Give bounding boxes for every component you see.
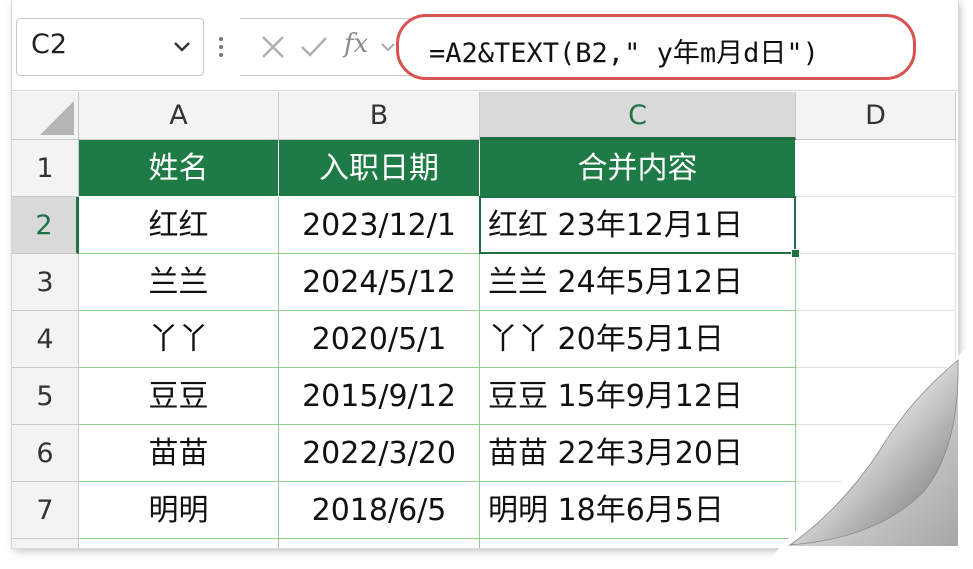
table-cell[interactable]: 2015/9/12 xyxy=(279,368,480,425)
fill-handle[interactable] xyxy=(791,249,800,258)
chevron-down-icon[interactable] xyxy=(171,33,193,61)
table-cell[interactable]: 苗苗 22年3月20日 xyxy=(480,425,796,482)
table-cell[interactable]: 明明 xyxy=(79,482,279,539)
empty-cell[interactable] xyxy=(796,254,956,311)
page-curl-decoration xyxy=(760,340,973,569)
formula-input[interactable]: =A2&TEXT(B2," y年m月d日") xyxy=(396,14,916,80)
insert-function-icon[interactable]: fx xyxy=(344,29,368,59)
confirm-icon[interactable] xyxy=(298,32,330,62)
row-header-5[interactable]: 5 xyxy=(12,368,79,425)
table-cell[interactable]: 丫丫 20年5月1日 xyxy=(480,311,796,368)
table-cell[interactable]: 红红 xyxy=(79,197,279,254)
drag-handle-icon[interactable] xyxy=(218,34,224,60)
table-cell[interactable]: 2023/12/1 xyxy=(279,197,480,254)
empty-cell[interactable] xyxy=(79,539,279,548)
table-cell[interactable]: 兰兰 24年5月12日 xyxy=(480,254,796,311)
row-header-6[interactable]: 6 xyxy=(12,425,79,482)
row-header-2[interactable]: 2 xyxy=(12,197,79,254)
name-box-value: C2 xyxy=(31,29,68,60)
table-header-cell[interactable]: 姓名 xyxy=(79,140,279,197)
table-cell[interactable]: 苗苗 xyxy=(79,425,279,482)
formula-bar: C2 fx =A2&TEXT(B2," y年m月d日") xyxy=(12,0,958,92)
row-header-8[interactable] xyxy=(12,539,79,548)
empty-cell[interactable] xyxy=(279,539,480,548)
empty-cell[interactable] xyxy=(796,140,956,197)
table-cell[interactable]: 豆豆 15年9月12日 xyxy=(480,368,796,425)
select-all-button[interactable] xyxy=(12,92,79,140)
column-header-a[interactable]: A xyxy=(79,92,279,140)
empty-cell[interactable] xyxy=(480,539,796,548)
table-cell[interactable]: 2022/3/20 xyxy=(279,425,480,482)
table-cell[interactable]: 2024/5/12 xyxy=(279,254,480,311)
select-all-icon xyxy=(40,101,74,135)
table-header-cell[interactable]: 合并内容 xyxy=(480,140,796,197)
formula-text: =A2&TEXT(B2," y年m月d日") xyxy=(429,38,819,69)
active-cell-outline xyxy=(479,196,796,254)
column-header-b[interactable]: B xyxy=(279,92,480,140)
cancel-icon[interactable] xyxy=(258,32,288,62)
row-header-1[interactable]: 1 xyxy=(12,140,79,197)
table-header-cell[interactable]: 入职日期 xyxy=(279,140,480,197)
table-cell[interactable]: 明明 18年6月5日 xyxy=(480,482,796,539)
table-cell[interactable]: 2018/6/5 xyxy=(279,482,480,539)
page: C2 fx =A2&TEXT(B2," y年m月d日") A B C D 1 2… xyxy=(0,0,973,569)
table-cell[interactable]: 丫丫 xyxy=(79,311,279,368)
column-header-d[interactable]: D xyxy=(796,92,956,140)
chevron-down-icon[interactable] xyxy=(380,39,396,55)
divider xyxy=(12,90,958,91)
column-header-c[interactable]: C xyxy=(480,92,796,140)
formula-controls: fx xyxy=(240,18,410,76)
table-cell[interactable]: 兰兰 xyxy=(79,254,279,311)
row-header-7[interactable]: 7 xyxy=(12,482,79,539)
table-cell[interactable]: 2020/5/1 xyxy=(279,311,480,368)
table-cell[interactable]: 豆豆 xyxy=(79,368,279,425)
row-header-4[interactable]: 4 xyxy=(12,311,79,368)
row-header-3[interactable]: 3 xyxy=(12,254,79,311)
name-box[interactable]: C2 xyxy=(16,18,204,76)
empty-cell[interactable] xyxy=(796,197,956,254)
